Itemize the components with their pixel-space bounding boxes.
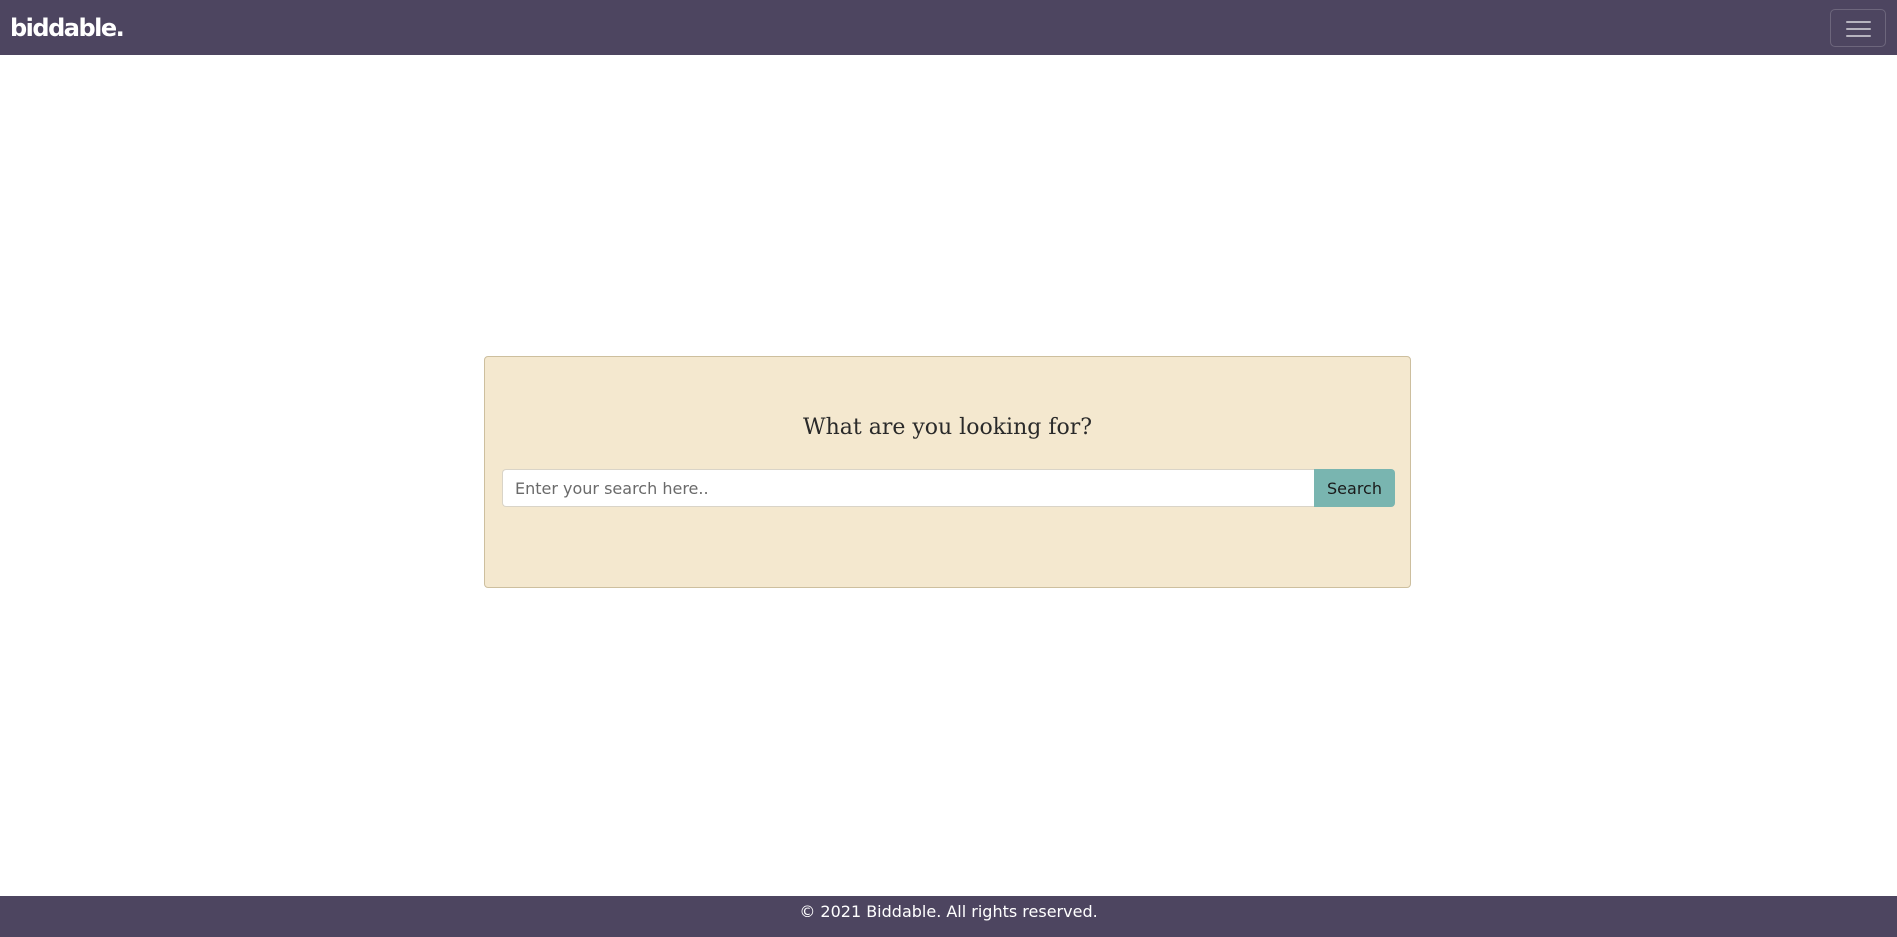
search-card: What are you looking for? Search	[484, 356, 1411, 588]
menu-toggle-button[interactable]	[1830, 9, 1886, 47]
navbar: biddable.	[0, 0, 1897, 55]
footer: © 2021 Biddable. All rights reserved.	[0, 896, 1897, 937]
search-input[interactable]	[502, 469, 1314, 507]
hamburger-menu-icon	[1846, 20, 1871, 38]
search-form: Search	[502, 469, 1395, 507]
page: biddable. What are you looking for? Sear…	[0, 0, 1897, 937]
search-title: What are you looking for?	[802, 415, 1093, 440]
search-button[interactable]: Search	[1314, 469, 1395, 507]
brand-logo[interactable]: biddable.	[10, 11, 125, 45]
footer-copyright: © 2021 Biddable. All rights reserved.	[799, 902, 1098, 921]
